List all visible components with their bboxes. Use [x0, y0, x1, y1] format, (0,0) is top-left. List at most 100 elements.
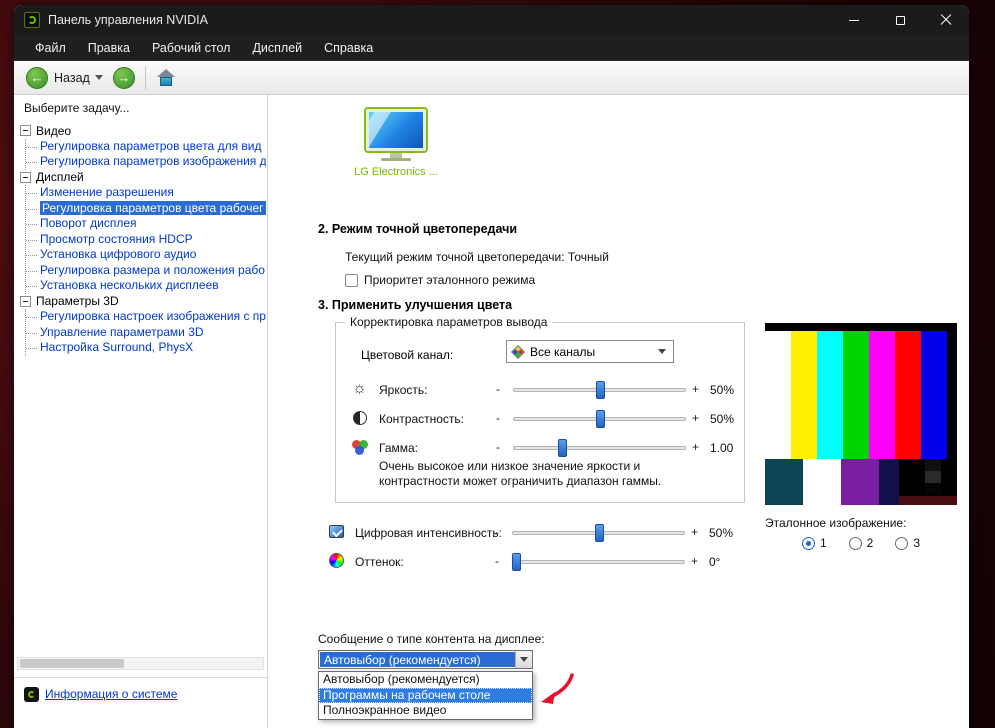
brightness-slider[interactable]	[513, 381, 686, 399]
close-icon	[940, 14, 952, 26]
content-type-dropdown-list: Автовыбор (рекомендуется) Программы на р…	[318, 671, 533, 720]
close-button[interactable]	[923, 5, 969, 35]
color-channel-label: Цветовой канал:	[361, 348, 454, 362]
system-info-icon	[24, 687, 39, 702]
radio-label: 2	[866, 536, 874, 550]
menu-item-help[interactable]: Справка	[313, 41, 384, 55]
combo-dropdown-button[interactable]	[515, 651, 532, 668]
tree-item-multiple-displays[interactable]: Установка нескольких дисплеев	[26, 278, 266, 294]
dropdown-option-desktop-programs[interactable]: Программы на рабочем столе	[319, 687, 532, 703]
back-history-chevron-icon[interactable]	[94, 75, 103, 80]
hue-value: 0°	[709, 555, 721, 569]
slider-thumb[interactable]	[595, 410, 605, 428]
collapse-icon[interactable]	[20, 171, 31, 183]
radio-reference-3[interactable]	[895, 536, 909, 550]
menu-item-file[interactable]: Файл	[24, 41, 77, 55]
display-device[interactable]: LG Electronics ...	[341, 107, 451, 178]
hue-row: Оттенок: - + 0°	[268, 550, 969, 574]
tree-root-video[interactable]: Видео	[20, 123, 266, 139]
monitor-icon	[364, 107, 428, 153]
groupbox-legend: Корректировка параметров вывода	[345, 315, 553, 329]
tree-root-display[interactable]: Дисплей	[20, 170, 266, 186]
red-arrow-annotation	[541, 673, 574, 704]
brightness-value: 50%	[710, 383, 735, 397]
title-bar: Панель управления NVIDIA	[14, 5, 969, 35]
gamma-icon	[351, 438, 368, 455]
tree-item-digital-audio[interactable]: Установка цифрового аудио	[26, 247, 266, 263]
system-info-link[interactable]: Информация о системе	[45, 687, 177, 701]
digital-vibrance-slider[interactable]	[512, 524, 685, 542]
contrast-icon	[351, 409, 368, 426]
back-button-label: Назад	[54, 70, 90, 85]
gamma-slider[interactable]	[513, 439, 686, 457]
tree-root-3d-settings[interactable]: Параметры 3D	[20, 294, 266, 310]
chevron-down-icon	[520, 657, 528, 662]
forward-arrow-icon: →	[117, 70, 131, 85]
color-channel-select[interactable]: Все каналы	[506, 340, 674, 363]
menu-item-display[interactable]: Дисплей	[241, 41, 313, 55]
dropdown-option-fullscreen-video[interactable]: Полноэкранное видео	[319, 703, 532, 719]
menu-item-edit[interactable]: Правка	[77, 41, 141, 55]
collapse-icon[interactable]	[20, 125, 31, 137]
menu-bar: Файл Правка Рабочий стол Дисплей Справка	[14, 35, 969, 61]
contrast-value: 50%	[710, 412, 735, 426]
maximize-button[interactable]	[877, 5, 923, 35]
radio-label: 3	[913, 536, 921, 550]
current-mode-text: Текущий режим точной цветопередачи: Точн…	[345, 250, 609, 264]
slider-thumb[interactable]	[595, 381, 605, 399]
reference-image-label: Эталонное изображение:	[765, 516, 907, 530]
digital-vibrance-value: 50%	[709, 526, 734, 540]
radio-reference-2[interactable]	[848, 536, 862, 550]
back-button[interactable]: ←	[26, 66, 48, 89]
toolbar-separator	[144, 65, 146, 90]
gamma-warning-text: Очень высокое или низкое значение яркост…	[379, 459, 662, 488]
task-sidebar: Выберите задачу... Видео Регулировка пар…	[14, 95, 268, 728]
tree-item-surround-physx[interactable]: Настройка Surround, PhysX	[26, 340, 266, 356]
hue-icon	[328, 552, 345, 569]
contrast-slider[interactable]	[513, 410, 686, 428]
slider-thumb[interactable]	[557, 439, 567, 457]
content-type-label: Сообщение о типе контента на дисплее:	[318, 632, 545, 646]
tree-item-preview-image-settings[interactable]: Регулировка настроек изображения с пр	[26, 309, 266, 325]
reference-image-selector: 1 2 3	[765, 536, 957, 550]
tree-item-change-resolution[interactable]: Изменение разрешения	[26, 185, 266, 201]
section-2-title: 2. Режим точной цветопередачи	[318, 222, 518, 236]
tree-item-manage-3d[interactable]: Управление параметрами 3D	[26, 325, 266, 341]
sidebar-horizontal-scrollbar[interactable]	[17, 657, 264, 670]
slider-thumb[interactable]	[512, 553, 522, 571]
reference-mode-checkbox-row: Приоритет эталонного режима	[345, 273, 535, 287]
tree-item-hdcp-status[interactable]: Просмотр состояния HDCP	[26, 232, 266, 248]
task-tree: Видео Регулировка параметров цвета для в…	[20, 123, 266, 652]
slider-thumb[interactable]	[594, 524, 604, 542]
back-arrow-icon: ←	[30, 70, 44, 85]
digital-vibrance-icon	[328, 523, 345, 540]
toolbar: ← Назад →	[14, 61, 969, 95]
radio-label: 1	[819, 536, 827, 550]
brightness-icon: ☼	[352, 379, 367, 397]
collapse-icon[interactable]	[20, 295, 31, 307]
reference-mode-checkbox[interactable]	[345, 273, 358, 287]
forward-button[interactable]: →	[112, 66, 135, 89]
reference-color-bars-image	[765, 323, 957, 505]
content-type-select[interactable]: Автовыбор (рекомендуется)	[318, 650, 533, 669]
tree-item-adjust-video-color[interactable]: Регулировка параметров цвета для вид	[26, 139, 266, 155]
dropdown-option-auto[interactable]: Автовыбор (рекомендуется)	[319, 672, 532, 688]
minimize-button[interactable]	[831, 5, 877, 35]
tree-item-rotate-display[interactable]: Поворот дисплея	[26, 216, 266, 232]
sidebar-footer: Информация о системе	[14, 677, 267, 728]
hue-slider[interactable]	[512, 553, 685, 571]
menu-item-desktop[interactable]: Рабочий стол	[141, 41, 241, 55]
scrollbar-thumb[interactable]	[20, 659, 124, 668]
tree-item-adjust-video-image[interactable]: Регулировка параметров изображения д	[26, 154, 266, 170]
tree-item-size-position[interactable]: Регулировка размера и положения рабо	[26, 263, 266, 279]
home-icon[interactable]	[156, 68, 176, 87]
nvidia-control-panel-window: Панель управления NVIDIA Файл Правка Раб…	[14, 5, 969, 728]
main-content: LG Electronics ... 2. Режим точной цвето…	[268, 95, 969, 728]
tree-item-adjust-desktop-color[interactable]: Регулировка параметров цвета рабочег	[26, 200, 266, 217]
gamma-value: 1.00	[710, 441, 734, 455]
maximize-icon	[895, 15, 905, 25]
radio-reference-1[interactable]	[801, 536, 815, 550]
chevron-down-icon	[658, 349, 666, 354]
content-type-selected-value: Автовыбор (рекомендуется)	[320, 652, 515, 667]
brightness-row: ☼ Яркость: - + 50%	[352, 379, 735, 399]
